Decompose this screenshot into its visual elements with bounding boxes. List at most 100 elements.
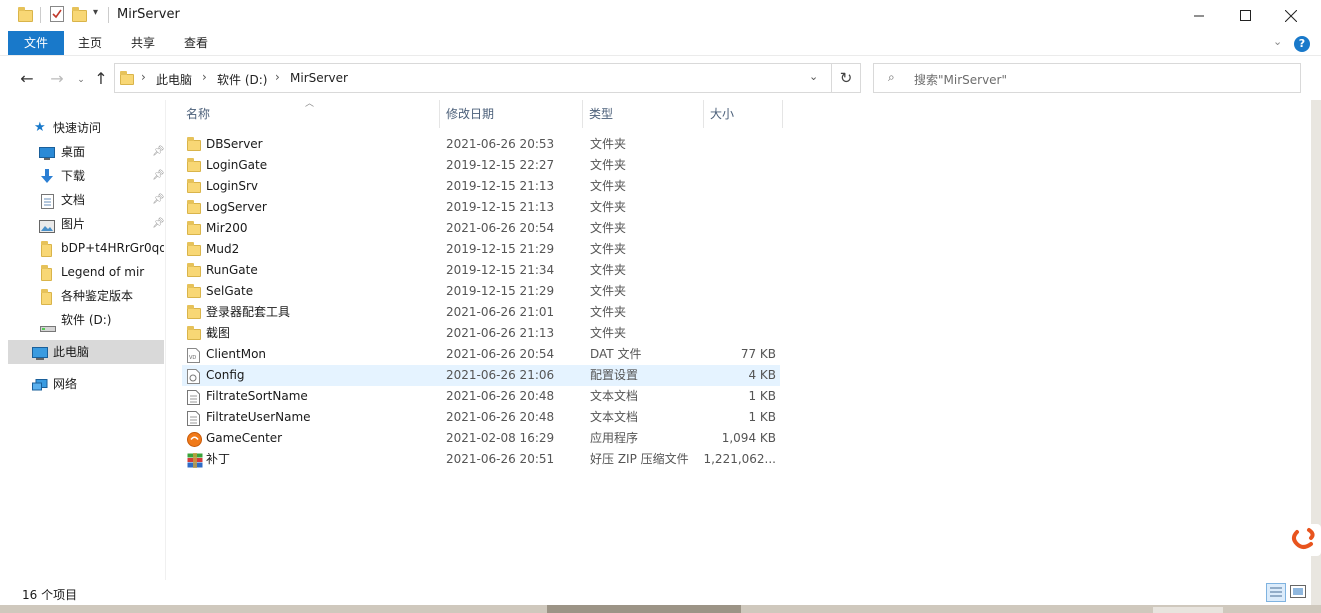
file-name: DBServer [206,137,263,151]
file-type: 文件夹 [590,326,627,340]
pin-icon[interactable]: 📌︎ [152,140,164,164]
file-type: DAT 文件 [590,347,642,361]
address-dropdown-icon[interactable]: ⌄ [809,70,818,83]
document-icon [41,193,57,209]
nav-this-pc[interactable]: 此电脑 [8,340,164,364]
pin-icon[interactable]: 📌︎ [152,188,164,212]
file-size: 1,221,062... [703,452,776,466]
text-file-icon [187,390,201,405]
new-folder-icon[interactable] [72,6,88,24]
breadcrumb-this-pc[interactable]: 此电脑 [156,71,192,88]
properties-icon[interactable] [50,6,66,24]
search-input[interactable]: 搜索"MirServer" [914,71,1007,88]
file-row[interactable]: FiltrateSortName 2021-06-26 20:48 文本文档 1 KB [182,386,780,407]
file-row[interactable]: 补丁 2021-06-26 20:51 好压 ZIP 压缩文件 1,221,062..… [182,449,780,470]
folder-icon [187,221,201,235]
pin-icon[interactable]: 📌︎ [152,164,164,188]
file-type: 文件夹 [590,305,627,319]
nav-label: 下载 [61,169,86,183]
file-row[interactable]: VD ClientMon 2021-06-26 20:54 DAT 文件 77 KB [182,344,780,365]
refresh-button[interactable]: ↻ [831,63,861,93]
address-bar[interactable]: › 此电脑 › 软件 (D:) › MirServer ⌄ [114,63,832,93]
chevron-right-icon[interactable]: › [141,70,146,84]
column-header-name[interactable]: 名称 [180,100,440,128]
nav-item-documents[interactable]: 文档 📌︎ [8,188,164,212]
file-row[interactable]: SelGate 2019-12-15 21:29 文件夹 [182,281,780,302]
file-type: 文件夹 [590,242,627,256]
computer-icon [32,345,48,360]
file-row[interactable]: FiltrateUserName 2021-06-26 20:48 文本文档 1 KB [182,407,780,428]
column-header-date[interactable]: 修改日期 [440,100,583,128]
nav-quick-access[interactable]: ★ 快速访问 [8,116,164,140]
minimize-button[interactable] [1176,0,1222,31]
zip-icon [187,453,203,468]
search-box[interactable]: ⌕ 搜索"MirServer" [873,63,1301,93]
file-name: GameCenter [206,431,283,445]
file-name: 登录器配套工具 [206,305,291,319]
nav-item-drive-d[interactable]: 软件 (D:) [8,308,164,332]
tab-view[interactable]: 查看 [174,31,218,55]
file-type: 文件夹 [590,158,627,172]
back-button[interactable]: ← [16,66,38,90]
folder-icon [187,326,201,340]
file-row[interactable]: 截图 2021-06-26 21:13 文件夹 [182,323,780,344]
nav-item-versions[interactable]: 各种鉴定版本 [8,284,164,308]
column-header-type[interactable]: 类型 [583,100,704,128]
file-date: 2021-06-26 20:48 [446,410,555,424]
dat-file-icon: VD [187,348,201,363]
nav-item-legend-of-mir[interactable]: Legend of mir [8,260,164,284]
picture-icon [39,217,55,233]
qat-dropdown-icon[interactable]: ▾ [93,7,98,18]
large-icons-view-button[interactable] [1290,585,1306,600]
svg-text:VD: VD [189,355,196,361]
file-row[interactable]: Config 2021-06-26 21:06 配置设置 4 KB [182,365,780,386]
window-title: MirServer [117,7,180,22]
forward-button[interactable]: → [46,66,68,90]
file-row[interactable]: LogServer 2019-12-15 21:13 文件夹 [182,197,780,218]
ime-icon[interactable] [1287,524,1321,556]
file-type: 文本文档 [590,389,639,403]
breadcrumb-mirserver[interactable]: MirServer [290,71,348,85]
file-row[interactable]: GameCenter 2021-02-08 16:29 应用程序 1,094 KB [182,428,780,449]
search-icon: ⌕ [888,70,895,84]
maximize-button[interactable] [1222,0,1268,31]
file-row[interactable]: LoginGate 2019-12-15 22:27 文件夹 [182,155,780,176]
details-view-button[interactable] [1266,583,1286,602]
chevron-right-icon[interactable]: › [275,70,280,84]
breadcrumb-drive[interactable]: 软件 (D:) [217,71,267,88]
chevron-right-icon[interactable]: › [202,70,207,84]
nav-item-pictures[interactable]: 图片 📌︎ [8,212,164,236]
help-icon[interactable]: ? [1294,36,1310,52]
column-header-size[interactable]: 大小 [704,100,783,128]
file-size: 1,094 KB [721,431,776,445]
nav-item-folder-1[interactable]: bDP+t4HRrGr0qq [8,236,164,260]
file-date: 2021-06-26 21:06 [446,368,555,382]
nav-label: 文档 [61,193,86,207]
file-type: 配置设置 [590,368,639,382]
file-row[interactable]: RunGate 2019-12-15 21:34 文件夹 [182,260,780,281]
folder-icon [187,137,201,151]
file-row[interactable]: 登录器配套工具 2021-06-26 21:01 文件夹 [182,302,780,323]
nav-network[interactable]: 网络 [8,372,164,396]
nav-item-desktop[interactable]: 桌面 📌︎ [8,140,164,164]
close-button[interactable] [1268,0,1314,31]
file-date: 2019-12-15 22:27 [446,158,555,172]
nav-item-downloads[interactable]: 下载 📌︎ [8,164,164,188]
file-row[interactable]: DBServer 2021-06-26 20:53 文件夹 [182,134,780,155]
file-date: 2021-06-26 21:01 [446,305,555,319]
pin-icon[interactable]: 📌︎ [152,212,164,236]
file-row[interactable]: Mir200 2021-06-26 20:54 文件夹 [182,218,780,239]
taskbar-edge [0,605,1321,613]
folder-icon [187,263,201,277]
folder-icon [187,179,201,193]
tab-home[interactable]: 主页 [68,31,112,55]
file-row[interactable]: Mud2 2019-12-15 21:29 文件夹 [182,239,780,260]
download-icon [39,169,55,183]
file-row[interactable]: LoginSrv 2019-12-15 21:13 文件夹 [182,176,780,197]
up-button[interactable]: ↑ [90,66,112,90]
expand-ribbon-icon[interactable]: ⌄ [1273,35,1282,48]
tab-share[interactable]: 共享 [121,31,165,55]
nav-label: 快速访问 [53,121,102,135]
recent-dropdown-icon[interactable]: ⌄ [70,68,92,92]
tab-file[interactable]: 文件 [8,31,64,55]
